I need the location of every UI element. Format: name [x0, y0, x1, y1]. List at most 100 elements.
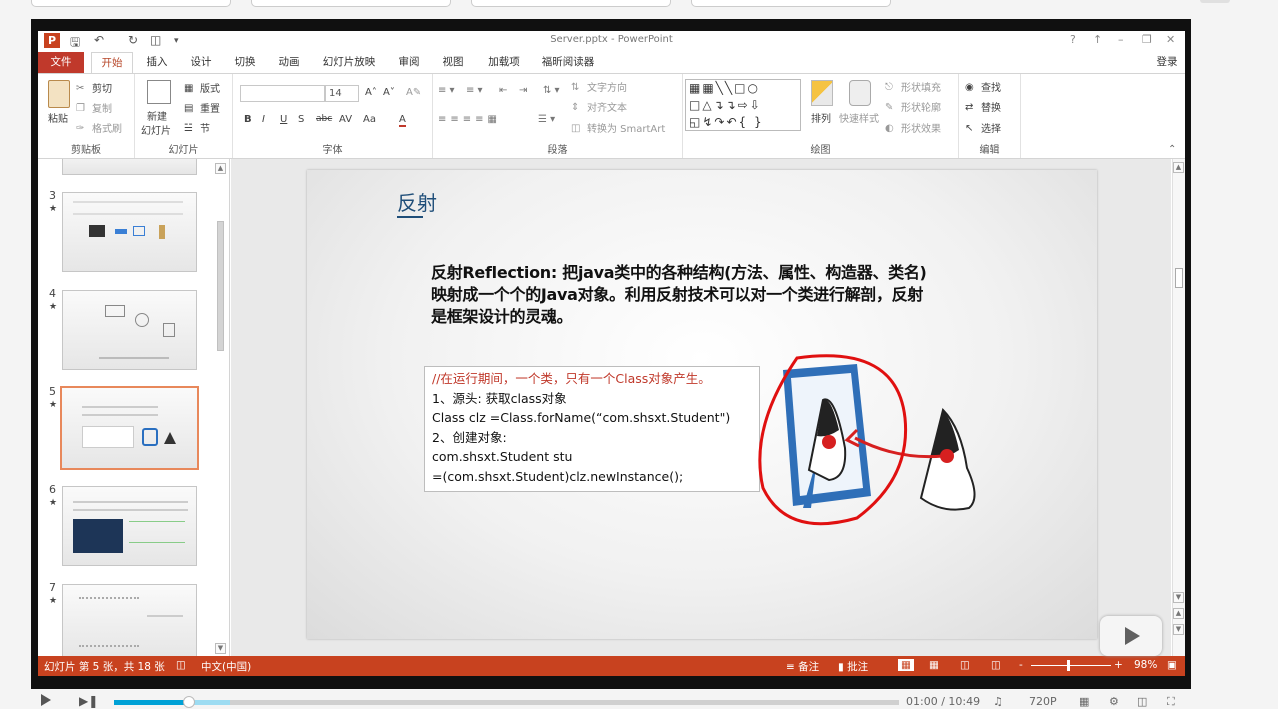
slide-thumbnail-7[interactable] [62, 584, 197, 656]
corner-widget[interactable] [1200, 0, 1230, 3]
tab-placeholder[interactable] [31, 0, 231, 7]
slide-body-text[interactable]: 反射Reflection: 把java类中的各种结构(方法、属性、构造器、类名)… [431, 262, 931, 328]
language[interactable]: 中文(中国) [201, 659, 251, 674]
shape-outline-button[interactable]: ✎ 形状轮廓 [885, 99, 941, 114]
tab-design[interactable]: 设计 [182, 52, 220, 74]
slide-thumbnail-5-selected[interactable] [60, 386, 199, 470]
shrink-font-button[interactable]: A˅ [383, 87, 395, 98]
minimize-icon[interactable]: – [1118, 33, 1124, 46]
slide-canvas[interactable]: 反射 反射Reflection: 把java类中的各种结构(方法、属性、构造器、… [307, 170, 1097, 639]
fit-to-window-icon[interactable]: ▣ [1167, 659, 1177, 671]
java-duke-mirror-illustration[interactable] [747, 348, 987, 538]
char-spacing-button[interactable]: AV [339, 114, 352, 125]
close-icon[interactable]: ✕ [1166, 33, 1175, 46]
slide-thumbnail-4[interactable] [62, 290, 197, 370]
slide-title[interactable]: 反射 [397, 187, 437, 216]
align-text-button[interactable]: ⇕ 对齐文本 [571, 99, 627, 114]
text-direction-button[interactable]: ⇅ 文字方向 [571, 79, 627, 94]
help-icon[interactable]: ? [1070, 33, 1076, 46]
grow-font-button[interactable]: A˄ [365, 87, 377, 98]
font-name-select[interactable] [240, 85, 325, 102]
scroll-thumb[interactable] [217, 221, 224, 351]
tv-icon[interactable]: ◫ [1137, 695, 1147, 708]
progress-handle[interactable] [183, 696, 195, 708]
reading-view-icon[interactable]: ◫ [960, 659, 970, 671]
slide-thumbnail-3[interactable] [62, 192, 197, 272]
collapse-ribbon-icon[interactable]: ⌃ [1168, 144, 1176, 155]
tab-insert[interactable]: 插入 [138, 52, 176, 74]
columns-icon[interactable]: ☰ ▾ [538, 114, 555, 125]
previous-slide-icon[interactable]: ▲ [1173, 608, 1184, 619]
new-slide-icon[interactable] [147, 80, 171, 104]
slide-sorter-icon[interactable]: ▦ [929, 659, 939, 671]
paste-icon[interactable] [48, 80, 70, 108]
font-size-select[interactable]: 14 [325, 85, 359, 102]
comments-button[interactable]: ▮ 批注 [838, 659, 868, 674]
quick-styles-button[interactable]: 快速样式 [839, 110, 879, 125]
quick-styles-icon[interactable] [849, 80, 871, 106]
notes-button[interactable]: ≡ 备注 [786, 659, 819, 674]
ribbon-display-icon[interactable]: ↑ [1093, 33, 1102, 46]
tab-placeholder[interactable] [691, 0, 891, 7]
zoom-in-button[interactable]: + [1114, 659, 1123, 671]
tab-review[interactable]: 审阅 [390, 52, 428, 74]
underline-button[interactable]: U [280, 114, 287, 125]
slide-thumbnail-6[interactable] [62, 486, 197, 566]
bullets-icon[interactable]: ≡ ▾ [438, 85, 455, 96]
layout-button[interactable]: ▦ 版式 [184, 80, 220, 95]
decrease-indent-icon[interactable]: ⇤ [499, 85, 507, 96]
scroll-down-icon[interactable]: ▼ [215, 643, 226, 654]
select-button[interactable]: ↖ 选择 [965, 120, 1001, 135]
tab-placeholder[interactable] [251, 0, 451, 7]
find-button[interactable]: ◉ 查找 [965, 79, 1001, 94]
zoom-level[interactable]: 98% [1134, 659, 1157, 671]
settings-icon[interactable]: ⚙ [1109, 695, 1119, 708]
next-slide-icon[interactable]: ▼ [1173, 624, 1184, 635]
change-case-button[interactable]: Aa [363, 114, 376, 125]
quality-button[interactable]: 720P [1029, 695, 1057, 708]
zoom-slider-thumb[interactable] [1067, 660, 1070, 671]
login-link[interactable]: 登录 [1150, 52, 1184, 74]
shadow-button[interactable]: S [298, 114, 304, 125]
scroll-down-icon[interactable]: ▼ [1173, 592, 1184, 603]
arrange-button[interactable]: 排列 [811, 110, 831, 125]
tab-file[interactable]: 文件 [38, 52, 84, 74]
progress-bar[interactable] [114, 700, 899, 705]
smartart-button[interactable]: ◫ 转换为 SmartArt [571, 120, 665, 135]
tab-addins[interactable]: 加载项 [481, 52, 527, 74]
arrange-icon[interactable] [811, 80, 833, 106]
volume-icon[interactable]: ♫ [993, 695, 1003, 708]
next-button-icon[interactable]: ▶❚ [79, 694, 98, 708]
new-slide-label-2[interactable]: 幻灯片 [141, 122, 171, 137]
reset-button[interactable]: ▤ 重置 [184, 100, 220, 115]
slideshow-icon[interactable]: ◫ [991, 659, 1001, 671]
new-slide-label-1[interactable]: 新建 [147, 108, 167, 123]
shape-effects-button[interactable]: ◐ 形状效果 [885, 120, 941, 135]
increase-indent-icon[interactable]: ⇥ [519, 85, 527, 96]
restore-icon[interactable]: ❐ [1142, 33, 1152, 46]
tab-animations[interactable]: 动画 [270, 52, 308, 74]
tab-home[interactable]: 开始 [91, 52, 133, 74]
line-spacing-icon[interactable]: ⇅ ▾ [543, 85, 560, 96]
scroll-thumb[interactable] [1175, 268, 1183, 288]
format-painter-button[interactable]: ✑ 格式刷 [76, 120, 122, 135]
code-textbox[interactable]: //在运行期间，一个类，只有一个Class对象产生。 1、源头: 获取class… [424, 366, 760, 492]
tab-view[interactable]: 视图 [434, 52, 472, 74]
shape-fill-button[interactable]: ⎋ 形状填充 [885, 79, 941, 94]
font-color-button[interactable]: A [399, 114, 406, 127]
zoom-out-button[interactable]: - [1019, 659, 1023, 671]
play-button-icon[interactable] [41, 694, 51, 706]
section-button[interactable]: ☱ 节 [184, 120, 210, 135]
shapes-gallery[interactable]: ▦▦╲╲□○ □△↴↴⇨⇩ ◱↯↷↶{ } [685, 79, 801, 131]
strikethrough-button[interactable]: abc [316, 114, 332, 124]
tab-slideshow[interactable]: 幻灯片放映 [316, 52, 382, 74]
thumbnail-scrollbar[interactable]: ▲ ▼ [214, 159, 227, 656]
scroll-up-icon[interactable]: ▲ [215, 163, 226, 174]
editor-scrollbar[interactable]: ▲ ▼ ▲ ▼ [1172, 159, 1185, 656]
slide-thumbnail-2[interactable] [62, 159, 197, 175]
tab-placeholder[interactable] [471, 0, 671, 7]
tab-foxit[interactable]: 福昕阅读器 [535, 52, 601, 74]
danmaku-icon[interactable]: ▦ [1079, 695, 1089, 708]
normal-view-icon[interactable]: ▦ [898, 659, 914, 671]
video-play-overlay[interactable] [1100, 616, 1162, 656]
